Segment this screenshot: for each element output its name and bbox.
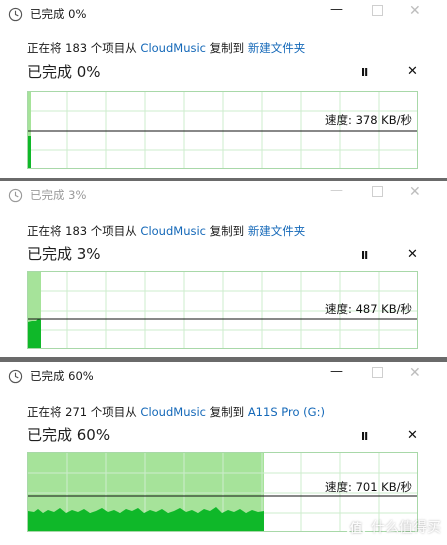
pause-button[interactable]: II xyxy=(361,249,368,262)
pause-button[interactable]: II xyxy=(361,66,368,79)
copy-dialog-3: 已完成 60% — ✕ 正在将 271 个项目从 CloudMusic 复制到 … xyxy=(0,362,447,545)
minimize-button[interactable]: — xyxy=(330,365,343,378)
cancel-button[interactable]: ✕ xyxy=(407,428,418,443)
clock-icon xyxy=(8,188,23,203)
desc-middle: 复制到 xyxy=(206,405,248,419)
copy-description: 正在将 271 个项目从 CloudMusic 复制到 A11S Pro (G:… xyxy=(27,404,325,420)
desc-prefix: 正在将 183 个项目从 xyxy=(27,224,141,238)
copy-dialog-2: 已完成 3% — ✕ 正在将 183 个项目从 CloudMusic 复制到 新… xyxy=(0,181,447,357)
source-link[interactable]: CloudMusic xyxy=(140,224,206,238)
cancel-button[interactable]: ✕ xyxy=(407,247,418,262)
speed-graph: 速度: 487 KB/秒 xyxy=(27,271,418,349)
window-title: 已完成 60% xyxy=(30,369,94,383)
source-link[interactable]: CloudMusic xyxy=(140,41,206,55)
speed-label: 速度: 487 KB/秒 xyxy=(325,302,412,316)
close-window-button[interactable]: ✕ xyxy=(409,4,421,18)
copy-description: 正在将 183 个项目从 CloudMusic 复制到 新建文件夹 xyxy=(27,223,305,239)
window-title: 已完成 3% xyxy=(30,188,87,202)
watermark-text: 什么值得买 xyxy=(371,520,441,536)
speed-graph: 速度: 378 KB/秒 xyxy=(27,91,418,169)
progress-headline: 已完成 3% xyxy=(27,245,101,263)
close-window-button[interactable]: ✕ xyxy=(409,366,421,380)
title-bar[interactable]: 已完成 60% — ✕ xyxy=(0,362,447,390)
source-link[interactable]: CloudMusic xyxy=(140,405,206,419)
destination-link[interactable]: 新建文件夹 xyxy=(248,41,306,55)
desc-middle: 复制到 xyxy=(206,224,248,238)
clock-icon xyxy=(8,369,23,384)
speed-fill xyxy=(28,319,41,348)
maximize-button[interactable] xyxy=(372,367,383,378)
cancel-button[interactable]: ✕ xyxy=(407,64,418,79)
speed-fill xyxy=(28,136,31,168)
copy-description: 正在将 183 个项目从 CloudMusic 复制到 新建文件夹 xyxy=(27,40,305,56)
title-bar[interactable]: 已完成 0% — ✕ xyxy=(0,0,447,28)
maximize-button[interactable] xyxy=(372,186,383,197)
close-window-button[interactable]: ✕ xyxy=(409,185,421,199)
copy-dialog-1: 已完成 0% — ✕ 正在将 183 个项目从 CloudMusic 复制到 新… xyxy=(0,0,447,178)
speed-label: 速度: 378 KB/秒 xyxy=(325,113,412,127)
speed-label: 速度: 701 KB/秒 xyxy=(325,480,412,494)
watermark: 值 什么值得买 xyxy=(346,517,441,537)
maximize-button[interactable] xyxy=(372,5,383,16)
speed-graph-canvas xyxy=(28,92,417,168)
minimize-button[interactable]: — xyxy=(330,184,343,197)
watermark-badge: 值 xyxy=(346,517,366,537)
pause-button[interactable]: II xyxy=(361,430,368,443)
destination-link[interactable]: A11S Pro (G:) xyxy=(248,405,325,419)
title-bar[interactable]: 已完成 3% — ✕ xyxy=(0,181,447,209)
minimize-button[interactable]: — xyxy=(330,3,343,16)
desc-prefix: 正在将 271 个项目从 xyxy=(27,405,141,419)
progress-headline: 已完成 0% xyxy=(27,63,101,81)
clock-icon xyxy=(8,7,23,22)
destination-link[interactable]: 新建文件夹 xyxy=(248,224,306,238)
window-title: 已完成 0% xyxy=(30,7,87,21)
progress-headline: 已完成 60% xyxy=(27,426,111,444)
desc-prefix: 正在将 183 个项目从 xyxy=(27,41,141,55)
desc-middle: 复制到 xyxy=(206,41,248,55)
